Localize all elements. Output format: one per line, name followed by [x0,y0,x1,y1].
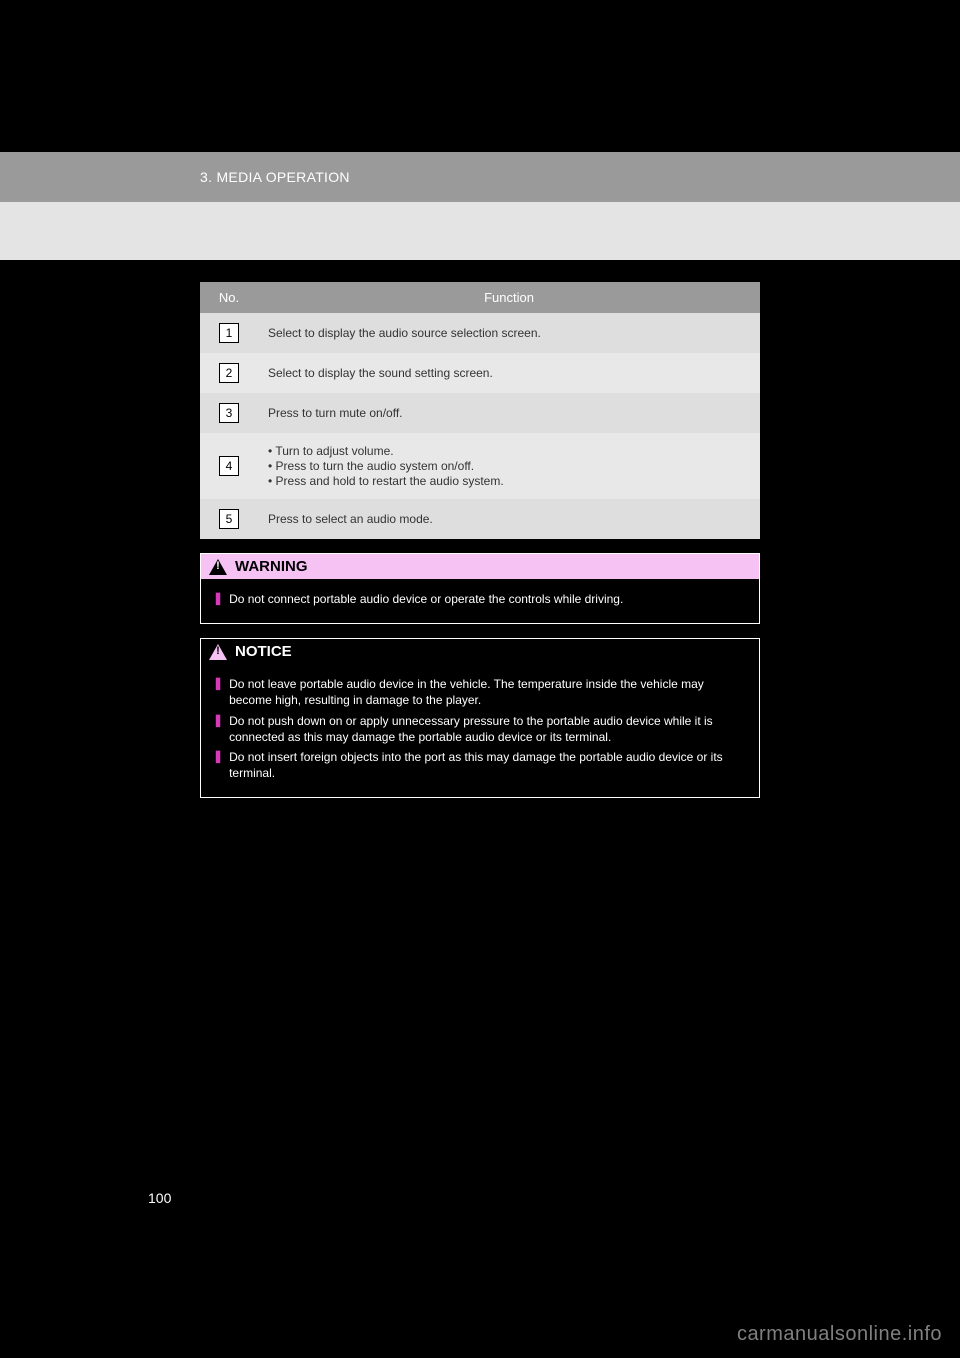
warning-label: WARNING [235,558,308,575]
warning-header: WARNING [201,554,759,579]
table-row: 1 Select to display the audio source sel… [200,313,760,353]
boxed-number-icon: 4 [219,456,239,476]
light-strip [0,202,960,260]
content: No. Function 1 Select to display the aud… [200,282,760,798]
row-index-cell: 3 [200,393,258,433]
section-header-text: 3. MEDIA OPERATION [200,169,350,185]
warning-body: ❚ Do not connect portable audio device o… [201,579,759,623]
notice-box: NOTICE ❚ Do not leave portable audio dev… [200,638,760,798]
notice-header: NOTICE [201,639,759,664]
row-index-cell: 4 [200,433,258,499]
row-function-cell: Press to select an audio mode. [258,499,760,539]
page-number: 100 [148,1190,171,1206]
table-header-no: No. [200,282,258,313]
warning-text: Do not connect portable audio device or … [229,591,747,607]
bullet-mark-icon: ❚ [213,749,223,781]
bullet-mark-icon: ❚ [213,676,223,708]
row-index-cell: 5 [200,499,258,539]
bullet-item: Press and hold to restart the audio syst… [268,474,750,488]
bullet-item: Press to turn the audio system on/off. [268,459,750,473]
row-function-cell: Turn to adjust volume. Press to turn the… [258,433,760,499]
function-table: No. Function 1 Select to display the aud… [200,282,760,539]
warning-box: WARNING ❚ Do not connect portable audio … [200,553,760,624]
row-index-cell: 2 [200,353,258,393]
boxed-number-icon: 5 [219,509,239,529]
warning-triangle-icon [209,559,227,575]
notice-item: ❚ Do not insert foreign objects into the… [213,749,747,781]
boxed-number-icon: 2 [219,363,239,383]
row-function-cell: Select to display the audio source selec… [258,313,760,353]
section-header: 3. MEDIA OPERATION [0,152,960,202]
table-row: 2 Select to display the sound setting sc… [200,353,760,393]
table-row: 3 Press to turn mute on/off. [200,393,760,433]
notice-body: ❚ Do not leave portable audio device in … [201,664,759,797]
table-header-row: No. Function [200,282,760,313]
notice-item: ❚ Do not push down on or apply unnecessa… [213,713,747,745]
table-header-function: Function [258,282,760,313]
row-index-cell: 1 [200,313,258,353]
page: 3. MEDIA OPERATION No. Function 1 Select… [0,0,960,1358]
bullet-mark-icon: ❚ [213,591,223,607]
bullet-list: Turn to adjust volume. Press to turn the… [268,444,750,488]
notice-label: NOTICE [235,643,292,660]
notice-text: Do not insert foreign objects into the p… [229,749,747,781]
table-row: 4 Turn to adjust volume. Press to turn t… [200,433,760,499]
watermark: carmanualsonline.info [737,1323,942,1346]
row-function-cell: Select to display the sound setting scre… [258,353,760,393]
row-function-cell: Press to turn mute on/off. [258,393,760,433]
warning-item: ❚ Do not connect portable audio device o… [213,591,747,607]
notice-text: Do not leave portable audio device in th… [229,676,747,708]
bullet-item: Turn to adjust volume. [268,444,750,458]
notice-item: ❚ Do not leave portable audio device in … [213,676,747,708]
notice-triangle-icon [209,644,227,660]
boxed-number-icon: 1 [219,323,239,343]
notice-text: Do not push down on or apply unnecessary… [229,713,747,745]
bullet-mark-icon: ❚ [213,713,223,745]
boxed-number-icon: 3 [219,403,239,423]
table-row: 5 Press to select an audio mode. [200,499,760,539]
